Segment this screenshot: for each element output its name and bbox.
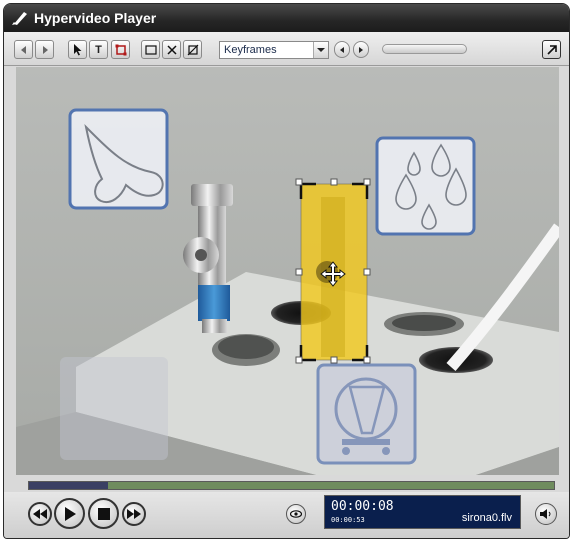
video-area[interactable] [16, 67, 559, 475]
rewind-icon [33, 509, 47, 519]
stop-icon [97, 507, 110, 520]
mode-select[interactable]: Keyframes [219, 41, 329, 59]
air-overlay-icon [68, 108, 169, 210]
play-icon [64, 506, 76, 521]
seek-bar[interactable] [28, 481, 555, 490]
video-frame [16, 67, 559, 475]
triangle-left-icon [20, 45, 26, 54]
rewind-button[interactable] [28, 502, 52, 526]
stop-button[interactable] [88, 498, 119, 529]
arrow-up-right-icon [546, 44, 557, 55]
mode-select-value: Keyframes [224, 44, 277, 56]
toolbar: T Keyframes [4, 32, 569, 66]
prev-keyframe-button[interactable] [334, 41, 350, 58]
text-tool-button[interactable]: T [89, 40, 108, 59]
popout-button[interactable] [542, 40, 561, 59]
chevron-right-icon [359, 46, 363, 53]
select-tool-button[interactable] [68, 40, 87, 59]
eye-button[interactable] [286, 504, 306, 524]
window-title: Hypervideo Player [34, 10, 157, 26]
chevron-left-icon [340, 46, 344, 53]
duration-time: 00:00:53 [331, 516, 365, 524]
rectangle-icon [144, 44, 157, 55]
water-drops-overlay-icon [375, 136, 476, 236]
current-time: 00:00:08 [331, 499, 394, 514]
player-window: Hypervideo Player T Keyframes 00:00:08 0… [3, 3, 570, 539]
crossed-box-icon [187, 44, 198, 55]
triangle-right-icon [42, 45, 48, 54]
motor-overlay-icon [316, 363, 417, 465]
title-bar: Hypervideo Player [4, 4, 569, 32]
speaker-icon [540, 509, 551, 519]
hotspot-frame-icon [115, 44, 126, 55]
time-display: 00:00:08 00:00:53 sirona0.flv [324, 495, 521, 529]
eye-icon [290, 510, 302, 518]
back-button[interactable] [14, 40, 33, 59]
blue-fitting [198, 285, 230, 321]
next-keyframe-button[interactable] [353, 41, 369, 58]
forward-button[interactable] [35, 40, 54, 59]
text-T-icon: T [95, 43, 102, 56]
cursor-arrow-icon [73, 43, 81, 55]
play-button[interactable] [54, 498, 85, 529]
pen-icon [12, 11, 28, 25]
delete-button[interactable] [162, 40, 181, 59]
chevron-down-icon[interactable] [313, 42, 328, 58]
volume-button[interactable] [535, 503, 557, 525]
fast-forward-icon [127, 509, 141, 519]
clear-hotspot-button[interactable] [183, 40, 202, 59]
playback-controls: 00:00:08 00:00:53 sirona0.flv [4, 492, 569, 538]
x-icon [166, 44, 177, 55]
seek-progress [29, 482, 108, 489]
zoom-slider[interactable] [382, 44, 467, 54]
file-name: sirona0.flv [461, 512, 512, 524]
fast-forward-button[interactable] [122, 502, 146, 526]
rectangle-tool-button[interactable] [141, 40, 160, 59]
hotspot-tool-button[interactable] [111, 40, 130, 59]
